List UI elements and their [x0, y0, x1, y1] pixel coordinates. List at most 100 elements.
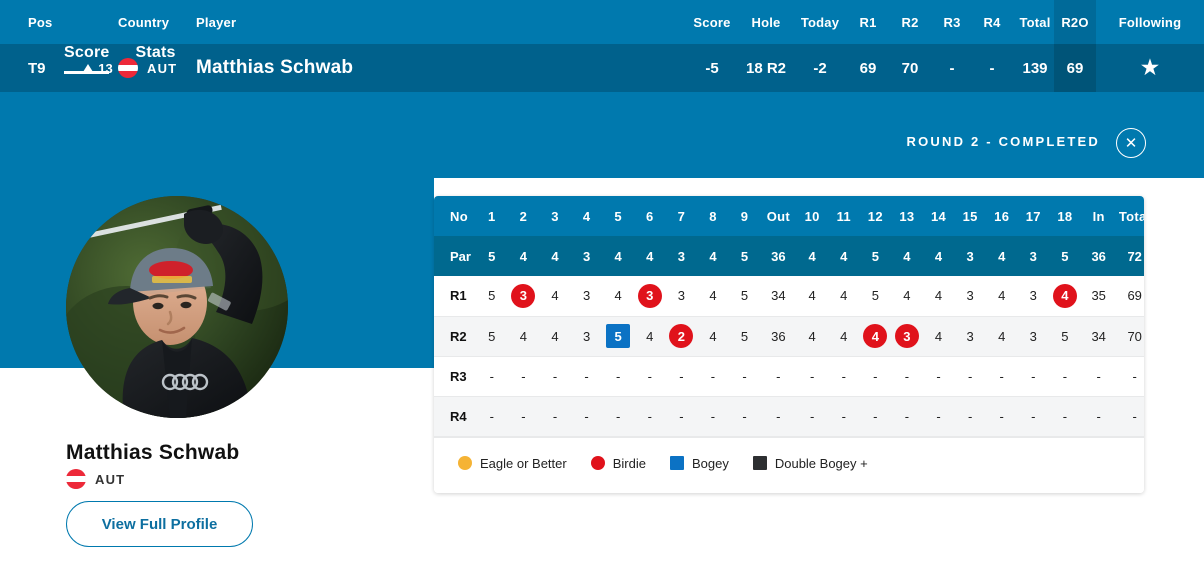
scorecard-hole-score: 3 — [665, 236, 698, 276]
scorecard-hole-score: 4 — [796, 236, 828, 276]
scorecard-round-total: 69 — [1116, 276, 1144, 316]
scorecard-hole-score: - — [633, 396, 666, 436]
scorecard-out-total: - — [760, 356, 797, 396]
scorecard-hole-score: - — [1017, 356, 1050, 396]
column-header-hole[interactable]: Hole — [738, 0, 794, 44]
scorecard-in-total: - — [1080, 356, 1117, 396]
column-header-r3[interactable]: R3 — [930, 0, 974, 44]
scorecard-hole-score: - — [954, 396, 986, 436]
scorecard-hole-score: - — [728, 356, 761, 396]
scorecard-hole-score: 4 — [539, 316, 571, 356]
scorecard-hole-score: - — [796, 396, 828, 436]
birdie-marker: 3 — [894, 324, 919, 348]
scorecard-hole-score: 4 — [827, 236, 860, 276]
scorecard-hole-score: 5 — [728, 276, 761, 316]
scorecard-hole-score: 5 — [476, 276, 508, 316]
player-name-cell[interactable]: Matthias Schwab — [196, 44, 596, 92]
scorecard-header-cell: 14 — [922, 196, 955, 236]
round-status-label: ROUND 2 - COMPLETED — [906, 134, 1100, 149]
scorecard-in-total: 35 — [1080, 276, 1117, 316]
detail-player-name: Matthias Schwab — [66, 441, 240, 464]
scorecard-hole-score: 3 — [891, 316, 923, 356]
column-header-following[interactable]: Following — [1100, 0, 1200, 44]
birdie-marker: 2 — [669, 324, 694, 348]
player-r2: 70 — [901, 59, 919, 77]
column-header-r2[interactable]: R2 — [888, 0, 932, 44]
following-toggle[interactable]: ★ — [1100, 44, 1200, 92]
column-header-total[interactable]: Total — [1012, 0, 1058, 44]
scorecard-header-cell: 10 — [796, 196, 828, 236]
column-header-r2o[interactable]: R2O — [1054, 0, 1096, 44]
scorecard-hole-score: 4 — [507, 316, 540, 356]
player-name: Matthias Schwab — [196, 57, 354, 78]
scorecard-hole-score: 3 — [1017, 276, 1050, 316]
scorecard-header-cell: 3 — [539, 196, 571, 236]
player-r4: - — [989, 59, 995, 77]
column-header-today[interactable]: Today — [794, 0, 846, 44]
legend-label: Double Bogey + — [774, 455, 868, 471]
scorecard-out-total: - — [760, 396, 797, 436]
legend-item: Bogey — [669, 456, 729, 471]
scorecard-legend: Eagle or Better Birdie Bogey Double Bogey + — [434, 436, 1144, 493]
legend-item: Birdie — [590, 455, 646, 471]
birdie-marker: 3 — [511, 283, 536, 308]
scorecard-header-cell: 4 — [570, 196, 603, 236]
scorecard-in-total: 34 — [1080, 316, 1117, 356]
scorecard-hole-score: 5 — [859, 276, 892, 316]
scorecard-hole-score: 4 — [922, 316, 955, 356]
scorecard-hole-score: 4 — [1049, 276, 1081, 316]
scorecard-hole-score: 3 — [1017, 316, 1050, 356]
column-header-player[interactable]: Player — [196, 0, 596, 44]
tab-score[interactable]: Score — [64, 44, 110, 74]
austria-flag-icon — [66, 469, 86, 489]
legend-label: Eagle or Better — [480, 455, 567, 471]
column-header-country[interactable]: Country — [118, 0, 196, 44]
scorecard-hole-score: 4 — [539, 236, 571, 276]
column-header-r1[interactable]: R1 — [846, 0, 890, 44]
scorecard-hole-score: 3 — [954, 276, 986, 316]
scorecard-hole-score: 4 — [985, 316, 1018, 356]
scorecard-header-cell: 8 — [697, 196, 729, 236]
scorecard-row-label: R3 — [434, 356, 476, 396]
scorecard-hole-score: - — [602, 396, 634, 436]
scorecard-hole-score: 4 — [922, 236, 955, 276]
scorecard-hole-score: - — [665, 356, 698, 396]
scorecard-hole-score: 3 — [507, 276, 540, 316]
scorecard-header-cell: 18 — [1049, 196, 1081, 236]
scorecard-header-cell: 11 — [827, 196, 860, 236]
column-header-r4[interactable]: R4 — [970, 0, 1014, 44]
scorecard-round-total: 70 — [1116, 316, 1144, 356]
scorecard-hole-score: - — [507, 356, 540, 396]
scorecard-header-cell: 7 — [665, 196, 698, 236]
legend-item: Eagle or Better — [458, 456, 567, 471]
scorecard-header-cell: 2 — [507, 196, 540, 236]
scorecard-hole-score: 5 — [1049, 316, 1081, 356]
scorecard-hole-score: - — [827, 356, 860, 396]
scorecard-hole-score: 4 — [602, 236, 634, 276]
tab-stats[interactable]: Stats — [135, 44, 175, 74]
scorecard-hole-score: - — [633, 356, 666, 396]
scorecard-hole-score: 4 — [796, 316, 828, 356]
scorecard-hole-score: - — [891, 396, 923, 436]
scorecard-hole-score: - — [1017, 396, 1050, 436]
scorecard-in-total: 36 — [1080, 236, 1117, 276]
scorecard-hole-score: 5 — [476, 236, 508, 276]
legend-swatch-icon — [752, 456, 767, 470]
column-header-score[interactable]: Score — [686, 0, 738, 44]
scorecard-header-cell: 6 — [633, 196, 666, 236]
player-r2o: 69 — [1066, 59, 1084, 77]
leaderboard-player-row[interactable]: T9 13 AUT Matthias Schwab -5 18 R2 -2 69… — [0, 44, 1204, 92]
close-icon[interactable]: ✕ — [1116, 128, 1146, 158]
legend-label: Birdie — [612, 455, 646, 471]
player-photo-image — [66, 196, 288, 418]
scorecard-hole-score: - — [985, 396, 1018, 436]
scorecard-hole-score: - — [697, 356, 729, 396]
player-hole: 18 R2 — [745, 59, 787, 77]
scorecard-hole-score: 4 — [602, 276, 634, 316]
view-full-profile-button[interactable]: View Full Profile — [66, 501, 253, 547]
scorecard-row-label: Par — [434, 236, 476, 276]
scorecard-hole-score: 3 — [1017, 236, 1050, 276]
column-header-pos[interactable]: Pos — [28, 0, 88, 44]
scorecard-out-total: 36 — [760, 316, 797, 356]
legend-swatch-icon — [669, 456, 684, 470]
